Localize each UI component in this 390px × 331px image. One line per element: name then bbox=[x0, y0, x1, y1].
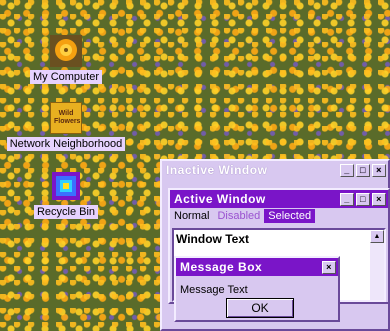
active-window-title: Active Window bbox=[174, 192, 266, 206]
menu-item-selected[interactable]: Selected bbox=[264, 209, 316, 223]
close-button[interactable]: × bbox=[322, 260, 336, 274]
message-box-title: Message Box bbox=[180, 260, 263, 274]
desktop-icon-my-computer[interactable]: My Computer bbox=[22, 35, 110, 84]
icon-label-recycle-bin: Recycle Bin bbox=[33, 205, 99, 219]
close-button[interactable]: × bbox=[372, 192, 386, 206]
minimize-button[interactable]: _ bbox=[340, 163, 354, 177]
maximize-button[interactable]: □ bbox=[356, 163, 370, 177]
ok-button[interactable]: OK bbox=[226, 298, 294, 318]
menu-bar: Normal Disabled Selected bbox=[170, 208, 388, 224]
active-window-titlebar[interactable]: Active Window _ □ × bbox=[170, 190, 388, 208]
minimize-button[interactable]: _ bbox=[340, 192, 354, 206]
desktop-icon-network-neighborhood[interactable]: Wild Flowers Network Neighborhood bbox=[2, 102, 130, 151]
icon-label-network-neighborhood: Network Neighborhood bbox=[6, 137, 126, 151]
menu-item-normal[interactable]: Normal bbox=[170, 210, 213, 222]
icon-label-my-computer: My Computer bbox=[29, 70, 103, 84]
poppy-icon bbox=[50, 35, 82, 67]
message-box-titlebar[interactable]: Message Box × bbox=[176, 258, 338, 276]
message-box[interactable]: Message Box × Message Text OK bbox=[174, 256, 340, 322]
window-text: Window Text bbox=[176, 232, 249, 246]
maximize-button[interactable]: □ bbox=[356, 192, 370, 206]
recycle-bin-icon bbox=[50, 170, 82, 202]
desktop-icon-recycle-bin[interactable]: Recycle Bin bbox=[22, 170, 110, 219]
inactive-window-title: Inactive Window bbox=[166, 163, 268, 177]
vertical-scrollbar[interactable]: ▲ bbox=[370, 230, 384, 300]
scroll-up-icon[interactable]: ▲ bbox=[370, 230, 384, 243]
desktop-wallpaper: My Computer Wild Flowers Network Neighbo… bbox=[0, 0, 390, 331]
message-text: Message Text bbox=[180, 284, 248, 296]
close-button[interactable]: × bbox=[372, 163, 386, 177]
inactive-window-titlebar[interactable]: Inactive Window _ □ × bbox=[162, 161, 388, 179]
wild-flowers-icon: Wild Flowers bbox=[50, 102, 82, 134]
menu-item-disabled: Disabled bbox=[217, 210, 261, 222]
